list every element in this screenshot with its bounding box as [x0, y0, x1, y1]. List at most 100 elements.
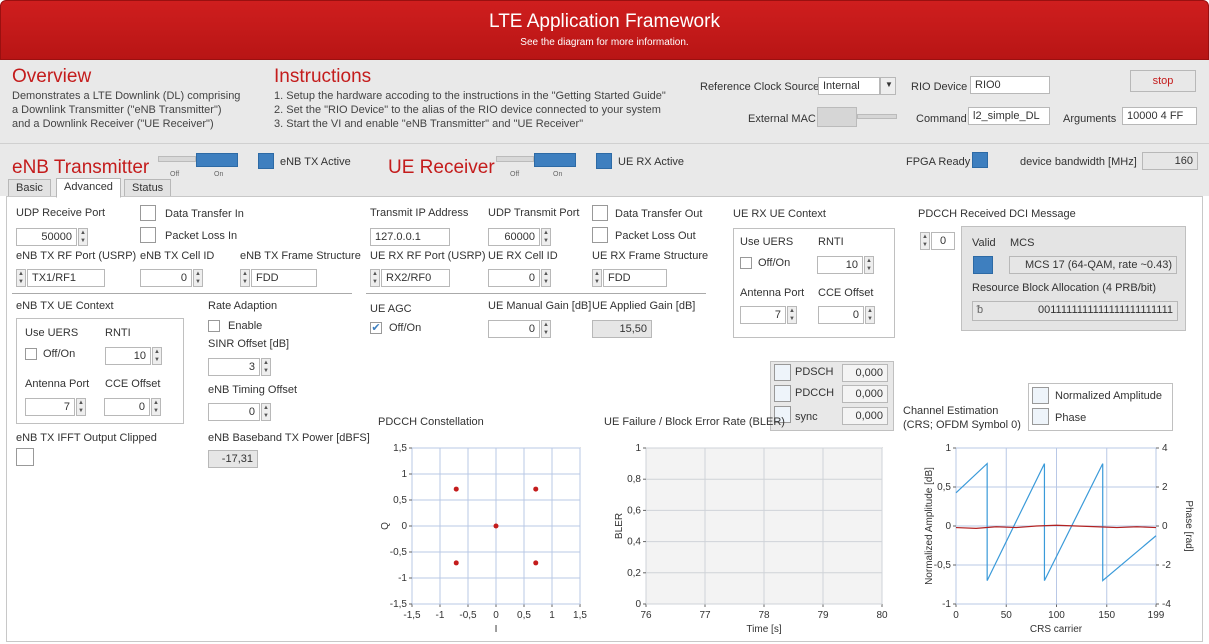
ue-agc-checkbox[interactable]: ✔	[370, 322, 382, 334]
instructions-title: Instructions	[274, 66, 372, 87]
dci-index-field[interactable]: 0	[931, 232, 955, 250]
x-tick-label: 1	[549, 610, 555, 621]
arguments-field[interactable]: 10000 4 FF	[1122, 107, 1197, 125]
rba-field: ᵬ 0011111111111111111111111	[972, 301, 1178, 321]
ue-cce-field[interactable]: 0	[818, 306, 864, 324]
dci-mcs-label: MCS	[1010, 237, 1035, 249]
ue-rnti-spinner[interactable]: ▲ ▼	[864, 256, 874, 274]
sinr-field[interactable]: 3	[208, 358, 260, 376]
ue-cell-spinner[interactable]: ▲ ▼	[541, 269, 551, 287]
udp-tx-port-field[interactable]: 60000	[488, 228, 540, 246]
ue-ant-spinner[interactable]: ▲ ▼	[787, 306, 797, 324]
y2-tick-label: -2	[1162, 560, 1171, 571]
ue-cce-spinner[interactable]: ▲ ▼	[865, 306, 875, 324]
ue-on-label: On	[553, 171, 563, 178]
y-tick-label: -1	[398, 573, 407, 584]
enb-title: eNB Transmitter	[12, 157, 150, 178]
ue-use-uers-label: Use UERS	[740, 236, 794, 248]
enb-ant-spinner[interactable]: ▲ ▼	[76, 398, 86, 416]
ue-rf-field[interactable]: RX2/RF0	[381, 269, 450, 287]
channel-estimation-chart[interactable]: 0 50 100 150 199 1 0,5 0 -0,5 -1 CRS carrier Normal…	[900, 438, 1200, 644]
rate-enable-checkbox[interactable]	[208, 320, 220, 332]
x-tick-label: 0	[953, 610, 959, 621]
fpga-ready-label: FPGA Ready	[906, 156, 971, 168]
amplitude-legend-icon[interactable]	[1032, 387, 1049, 404]
stop-button[interactable]: stop	[1130, 70, 1196, 92]
constellation-title: PDCCH Constellation	[378, 416, 484, 428]
enb-frame-spinner[interactable]: ▲ ▼	[240, 269, 250, 287]
x-tick-label: 0	[493, 610, 499, 621]
manual-gain-field[interactable]: 0	[488, 320, 540, 338]
timing-spinner[interactable]: ▲ ▼	[261, 403, 271, 421]
enb-rf-spinner[interactable]: ▲ ▼	[16, 269, 26, 287]
enb-cell-spinner[interactable]: ▲ ▼	[193, 269, 203, 287]
dropdown-arrow-icon[interactable]: ▼	[880, 77, 896, 95]
rate-enable-label: Enable	[228, 320, 263, 332]
x-tick-label: 199	[1148, 610, 1165, 621]
ue-rnti-field[interactable]: 10	[817, 256, 863, 274]
pdcch-legend-icon[interactable]	[774, 385, 791, 402]
enb-rnti-field[interactable]: 10	[105, 347, 151, 365]
sinr-spinner[interactable]: ▲ ▼	[261, 358, 271, 376]
pkt-loss-out-label: Packet Loss Out	[615, 230, 696, 242]
ue-ant-field[interactable]: 7	[740, 306, 786, 324]
constellation-chart[interactable]: -1,5 -1 -0,5 0 0,5 1 1,5 1,5 1 0,5 0 -0,5 -1 -1,5 I Q	[370, 438, 600, 644]
ue-rf-spinner[interactable]: ▲ ▼	[370, 269, 380, 287]
ue-uers-offon: Off/On	[758, 257, 791, 269]
bb-power-value: -17,31	[208, 450, 258, 468]
enb-cell-field[interactable]: 0	[140, 269, 192, 287]
timing-label: eNB Timing Offset	[208, 384, 298, 396]
ifft-clipped-led	[16, 448, 34, 466]
dci-index-spinner[interactable]: ▲ ▼	[920, 232, 930, 250]
y2-tick-label: 2	[1162, 482, 1168, 493]
x-tick-label: 1,5	[573, 610, 587, 621]
x-tick-label: -1	[436, 610, 445, 621]
ue-title: UE Receiver	[388, 157, 495, 178]
ue-toggle[interactable]	[496, 153, 576, 167]
ce-title: Channel Estimation	[903, 405, 999, 417]
external-mac-switch[interactable]	[817, 107, 857, 127]
bler-chart[interactable]: 76 77 78 79 80 1 0,8 0,6 0,4 0,2 0 Time [s] BLER	[600, 438, 892, 644]
enb-cce-spinner[interactable]: ▲ ▼	[151, 398, 161, 416]
ifft-clipped-label: eNB TX IFFT Output Clipped	[16, 432, 157, 444]
ue-frame-spinner[interactable]: ▲ ▼	[592, 269, 602, 287]
command-field[interactable]: l2_simple_DL	[968, 107, 1050, 125]
enb-toggle[interactable]	[158, 153, 238, 167]
enb-rf-field[interactable]: TX1/RF1	[27, 269, 105, 287]
phase-legend-icon[interactable]	[1032, 408, 1049, 425]
ue-frame-field[interactable]: FDD	[603, 269, 667, 287]
manual-gain-spinner[interactable]: ▲ ▼	[541, 320, 551, 338]
y-tick-label: 0,2	[627, 568, 641, 579]
ue-frame-label: UE RX Frame Structure	[592, 250, 709, 262]
ue-active-label: UE RX Active	[618, 156, 685, 168]
tx-ip-field[interactable]: 127.0.0.1	[370, 228, 450, 246]
udp-tx-port-spinner[interactable]: ▲ ▼	[541, 228, 551, 246]
x-tick-label: 76	[640, 610, 652, 621]
pdsch-legend-icon[interactable]	[774, 364, 791, 381]
enb-rnti-spinner[interactable]: ▲ ▼	[152, 347, 162, 365]
sync-legend-label: sync	[795, 411, 818, 423]
x-axis-label: CRS carrier	[1030, 624, 1083, 635]
ue-cell-field[interactable]: 0	[488, 269, 540, 287]
overview-title: Overview	[12, 66, 92, 87]
app-header: LTE Application Framework See the diagra…	[0, 0, 1209, 60]
enb-frame-field[interactable]: FDD	[251, 269, 317, 287]
rio-device-field[interactable]: RIO0	[970, 76, 1050, 94]
instructions-text: 1. Setup the hardware accoding to the in…	[274, 90, 666, 130]
x-tick-label: 79	[817, 610, 829, 621]
udp-rx-port-spinner[interactable]: ▲ ▼	[78, 228, 88, 246]
enb-cce-field[interactable]: 0	[104, 398, 150, 416]
timing-field[interactable]: 0	[208, 403, 260, 421]
enb-ant-field[interactable]: 7	[25, 398, 75, 416]
ref-clock-select[interactable]: Internal	[818, 77, 880, 95]
enb-on-label: On	[214, 171, 224, 178]
y-tick-label: 0,5	[393, 495, 407, 506]
y-axis-label: BLER	[614, 513, 625, 539]
tab-advanced[interactable]: Advanced	[56, 178, 121, 198]
ue-rnti-label: RNTI	[818, 236, 844, 248]
udp-rx-port-field[interactable]: 50000	[16, 228, 77, 246]
data-out-label: Data Transfer Out	[615, 208, 703, 220]
ue-uers-checkbox[interactable]	[740, 257, 752, 269]
enb-uers-checkbox[interactable]	[25, 348, 37, 360]
x-tick-label: 77	[699, 610, 711, 621]
